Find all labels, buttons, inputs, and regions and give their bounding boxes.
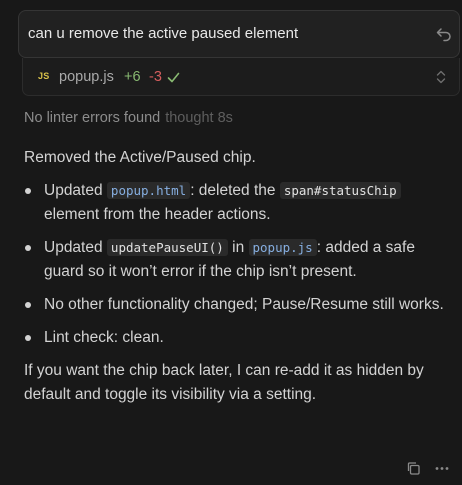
undo-arrow-icon[interactable] [435,25,453,43]
assistant-response: Removed the Active/Paused chip. Updated … [24,146,454,407]
user-prompt-box[interactable]: can u remove the active paused element [18,10,460,58]
bullet-text: Lint check: clean. [44,329,164,346]
code-file-link[interactable]: popup.js [248,239,317,256]
status-line: No linter errors found thought 8s [24,110,233,126]
copy-icon[interactable] [406,461,421,476]
more-icon[interactable] [434,461,450,476]
list-item: No other functionality changed; Pause/Re… [24,293,454,317]
response-closing: If you want the chip back later, I can r… [24,362,424,403]
additions-count: +6 [124,69,141,85]
bullet-text: in [227,239,249,256]
bullet-text: Updated [44,239,107,256]
deletions-count: -3 [149,69,162,85]
bullet-text: : deleted the [190,182,280,199]
file-change-row[interactable]: JS popup.js +6 -3 [22,58,460,96]
js-file-icon: JS [38,71,50,81]
inline-code: updatePauseUI() [106,239,228,256]
prompt-text: can u remove the active paused element [28,25,299,42]
list-item: Lint check: clean. [24,326,454,350]
linter-status: No linter errors found [24,110,161,126]
bullet-text: element from the header actions. [44,206,271,223]
code-file-link[interactable]: popup.html [106,182,191,199]
bullet-text: Updated [44,182,107,199]
list-item: Updated updatePauseUI() in popup.js: add… [24,236,454,284]
thought-duration: thought 8s [165,110,233,126]
bullet-text: No other functionality changed; Pause/Re… [44,296,444,313]
file-name: popup.js [59,69,114,85]
list-item: Updated popup.html: deleted the span#sta… [24,179,454,227]
chevron-up-down-icon[interactable] [434,68,448,86]
check-icon [167,72,180,83]
inline-code: span#statusChip [279,182,401,199]
change-list: Updated popup.html: deleted the span#sta… [24,179,454,350]
response-intro: Removed the Active/Paused chip. [24,149,256,166]
